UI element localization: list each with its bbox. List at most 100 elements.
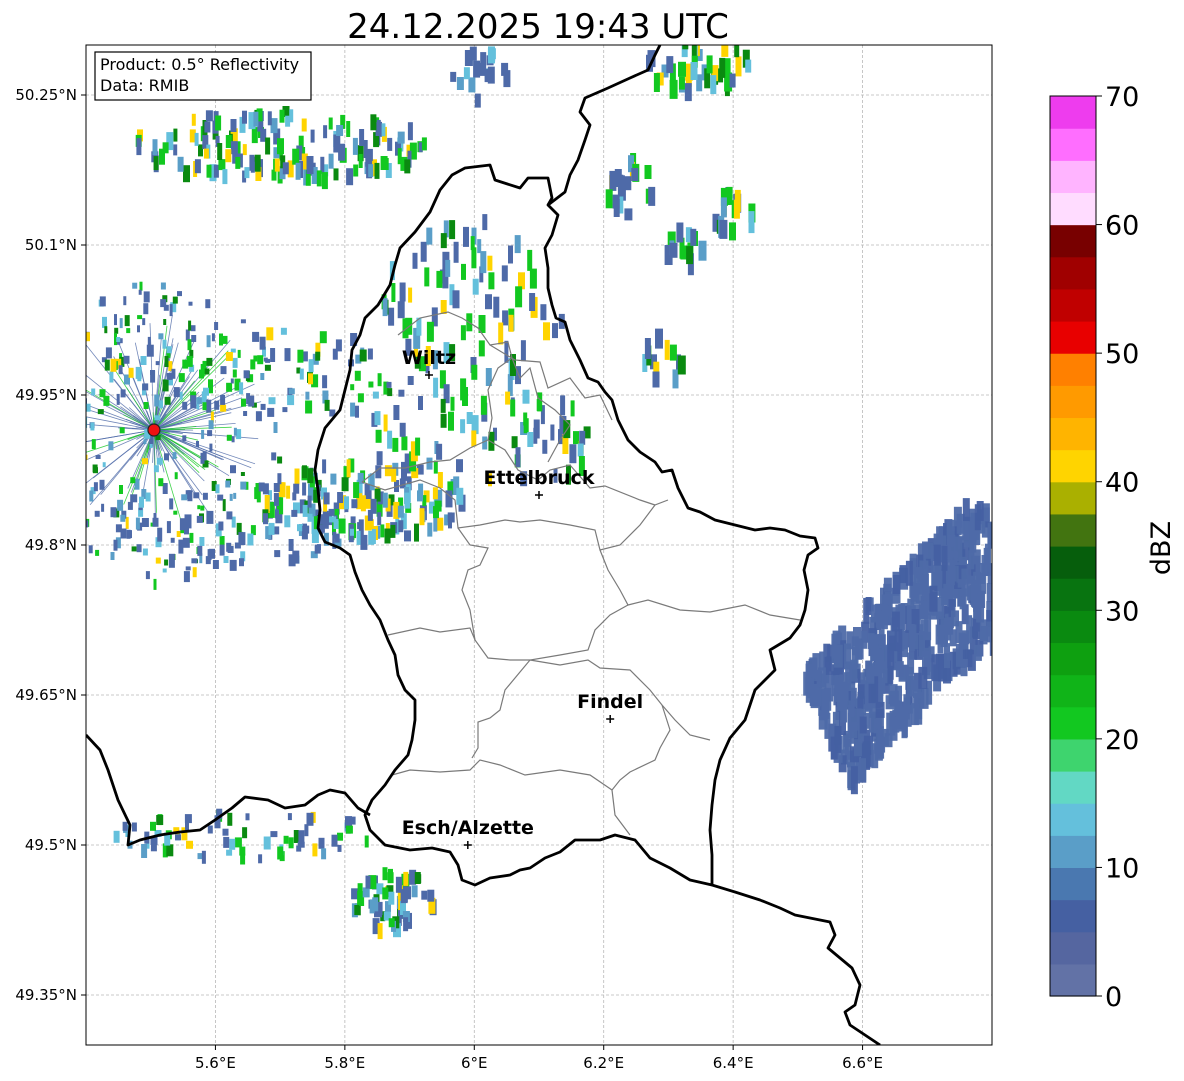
echo-cell [676,222,684,243]
echo-cell [208,420,214,430]
echo-cell [120,389,126,398]
echo-cell [305,400,313,414]
echo-cell [308,359,314,373]
echo-cell [294,468,300,485]
echo-cell [168,553,175,568]
echo-cell [170,537,175,543]
echo-cell [527,432,534,447]
echo-cell [131,546,137,552]
echo-cell [315,351,321,361]
colorbar-swatch [1050,513,1096,547]
echo-cell [357,522,363,530]
echo-cell [305,391,310,400]
echo-cell [480,251,487,274]
echo-cell [875,701,885,718]
echo-cell [297,349,304,363]
echo-cell [734,45,740,58]
echo-cell [805,677,815,695]
colorbar-swatch [1050,256,1096,290]
echo-cell [83,363,86,369]
echo-cell [745,59,752,73]
echo-cell [835,674,844,702]
echo-cell [227,812,233,826]
echo-cell [162,379,169,392]
echo-cell [234,837,242,848]
echo-cell [263,513,268,525]
echo-cell [437,472,443,488]
echo-cell [460,419,466,434]
echo-cell [132,282,138,289]
echo-cell [99,296,106,307]
echo-cell [388,918,395,928]
echo-cell [252,331,260,342]
echo-cell [126,529,131,539]
echo-cell [403,886,411,900]
echo-cell [178,539,184,554]
echo-cell [368,164,374,178]
echo-cell [250,359,256,370]
echo-cell [222,828,229,836]
echo-cell [471,430,477,447]
echo-cell [508,314,514,332]
echo-cell [357,393,364,403]
echo-cell [185,566,191,571]
echo-cell [383,158,389,170]
echo-cell [206,357,213,366]
echo-cell [905,560,913,586]
echo-cell [941,545,948,571]
echo-cell [219,333,223,346]
echo-cell [426,321,434,342]
echo-cell [277,138,284,155]
echo-cell [903,694,911,714]
echo-cell [434,500,442,512]
echo-cell [217,494,224,501]
colorbar-swatch [1050,128,1096,161]
lon-tick-label: 6.6°E [842,1054,883,1072]
echo-cell [75,453,79,458]
echo-cell [243,411,248,416]
echo-cell [199,537,205,546]
echo-cell [265,358,271,363]
colorbar-swatch [1050,963,1096,997]
echo-cell [698,240,707,261]
echo-cell [157,527,163,542]
echo-cell [356,530,361,545]
echo-cell [220,366,227,375]
echo-cell [976,501,984,521]
echo-cell [214,322,219,330]
echo-cell [156,815,164,825]
echo-cell [344,496,349,510]
echo-cell [270,831,278,838]
echo-cell [116,393,120,405]
echo-cell [141,518,149,527]
echo-cell [255,411,262,422]
echo-cell [104,359,110,371]
echo-cell [137,373,142,382]
echo-cell [241,398,246,407]
echo-cell [338,518,346,534]
echo-cell [368,381,374,388]
echo-cell [267,407,275,417]
colorbar-swatch [1050,481,1096,515]
colorbar-swatches [1050,96,1096,997]
echo-cell [239,846,246,856]
echo-cell [62,344,67,351]
colorbar-swatch [1050,546,1096,579]
echo-cell [182,435,187,442]
echo-cell [28,452,32,456]
echo-cell [498,322,504,345]
echo-cell [552,323,558,339]
echo-cell [154,394,160,407]
echo-cell [173,510,178,515]
echo-cell [382,867,388,881]
echo-cell [404,492,411,509]
echo-cell [350,384,355,391]
echo-cell [436,270,443,288]
echo-cell [354,905,360,915]
echo-cell [421,137,427,151]
echo-cell [166,521,171,534]
echo-cell [81,532,84,544]
echo-cell [684,83,692,102]
echo-cell [93,482,98,492]
echo-cell [440,398,446,413]
